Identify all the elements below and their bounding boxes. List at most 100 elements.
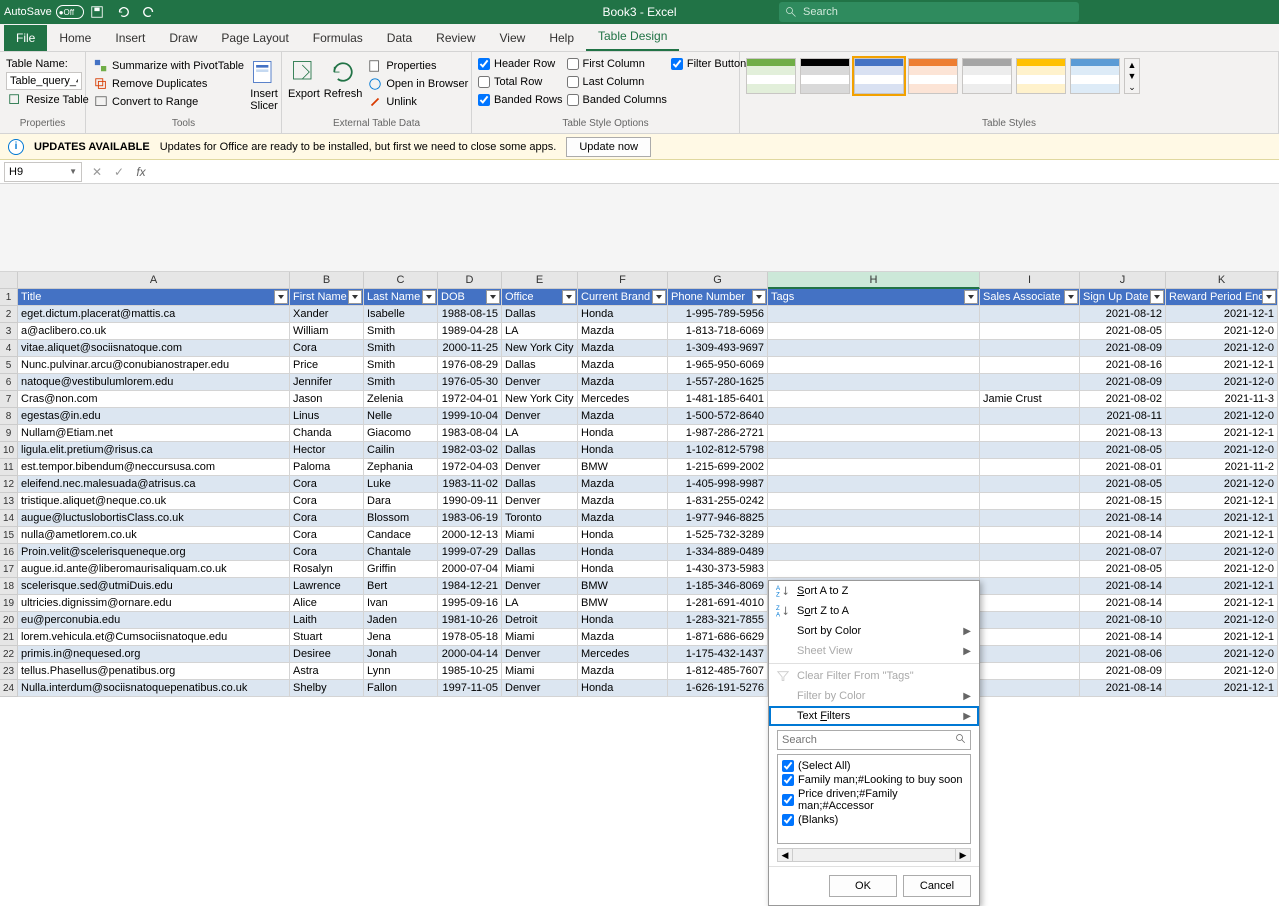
- col-header[interactable]: E: [502, 272, 578, 289]
- tab-table-design[interactable]: Table Design: [586, 23, 679, 51]
- cell[interactable]: [980, 612, 1080, 629]
- col-header[interactable]: A: [18, 272, 290, 289]
- tab-view[interactable]: View: [488, 25, 538, 51]
- cell[interactable]: Dara: [364, 493, 438, 510]
- undo-icon[interactable]: [112, 1, 134, 23]
- cell[interactable]: nulla@ametlorem.co.uk: [18, 527, 290, 544]
- cell[interactable]: 2021-12-1: [1166, 595, 1278, 612]
- cell[interactable]: [980, 629, 1080, 646]
- cell[interactable]: Cora: [290, 510, 364, 527]
- cell[interactable]: [980, 306, 1080, 323]
- cell[interactable]: 1-557-280-1625: [668, 374, 768, 391]
- cell[interactable]: Mercedes: [578, 646, 668, 663]
- cell[interactable]: [768, 306, 980, 323]
- cell[interactable]: [768, 493, 980, 510]
- cell[interactable]: Zephania: [364, 459, 438, 476]
- chk-last-column[interactable]: Last Column: [567, 76, 667, 88]
- cell[interactable]: 1-281-691-4010: [668, 595, 768, 612]
- cell[interactable]: Luke: [364, 476, 438, 493]
- cell[interactable]: Toronto: [502, 510, 578, 527]
- scroll-right-icon[interactable]: ▶: [955, 848, 971, 862]
- cell[interactable]: Cora: [290, 493, 364, 510]
- cell[interactable]: 2000-04-14: [438, 646, 502, 663]
- chk-first-column[interactable]: First Column: [567, 58, 667, 70]
- formula-input[interactable]: [152, 162, 1279, 182]
- cell[interactable]: 2021-08-09: [1080, 340, 1166, 357]
- cell[interactable]: Astra: [290, 663, 364, 680]
- cell[interactable]: Cora: [290, 476, 364, 493]
- cell[interactable]: 2021-08-14: [1080, 527, 1166, 544]
- cell[interactable]: [980, 357, 1080, 374]
- cell[interactable]: Denver: [502, 459, 578, 476]
- row-header[interactable]: 9: [0, 425, 18, 442]
- style-gallery-more[interactable]: ▲▼⌄: [1124, 58, 1140, 94]
- cell[interactable]: Miami: [502, 561, 578, 578]
- cell[interactable]: Jaden: [364, 612, 438, 629]
- cell[interactable]: lorem.vehicula.et@Cumsociisnatoque.edu: [18, 629, 290, 646]
- convert-range-button[interactable]: Convert to Range: [92, 94, 246, 110]
- cell[interactable]: 1-175-432-1437: [668, 646, 768, 663]
- autosave-state[interactable]: ● Off: [56, 5, 84, 19]
- cell[interactable]: [768, 374, 980, 391]
- cell[interactable]: 2021-08-14: [1080, 595, 1166, 612]
- cell[interactable]: Dallas: [502, 442, 578, 459]
- cell[interactable]: 2021-12-0: [1166, 323, 1278, 340]
- row-header[interactable]: 22: [0, 646, 18, 663]
- cell[interactable]: 2021-12-0: [1166, 476, 1278, 493]
- cell[interactable]: Smith: [364, 357, 438, 374]
- cell[interactable]: 2021-12-1: [1166, 578, 1278, 595]
- cell[interactable]: BMW: [578, 595, 668, 612]
- cell[interactable]: Dallas: [502, 476, 578, 493]
- cell[interactable]: Nelle: [364, 408, 438, 425]
- col-header[interactable]: B: [290, 272, 364, 289]
- cell[interactable]: [980, 476, 1080, 493]
- row-header[interactable]: 2: [0, 306, 18, 323]
- cell[interactable]: 1999-07-29: [438, 544, 502, 561]
- cell[interactable]: 1-871-686-6629: [668, 629, 768, 646]
- cell[interactable]: Honda: [578, 425, 668, 442]
- cell[interactable]: tristique.aliquet@neque.co.uk: [18, 493, 290, 510]
- cell[interactable]: 2021-12-0: [1166, 408, 1278, 425]
- cell[interactable]: 1-987-286-2721: [668, 425, 768, 442]
- row-header[interactable]: 16: [0, 544, 18, 561]
- cell[interactable]: 1-185-346-8069: [668, 578, 768, 595]
- cell[interactable]: Bert: [364, 578, 438, 595]
- name-box[interactable]: H9▼: [4, 162, 82, 182]
- cell[interactable]: [980, 510, 1080, 527]
- cell[interactable]: [980, 493, 1080, 510]
- filter-dropdown-icon[interactable]: [1262, 290, 1276, 304]
- cell[interactable]: 2021-12-1: [1166, 510, 1278, 527]
- cell[interactable]: Lawrence: [290, 578, 364, 595]
- cell[interactable]: 2021-12-0: [1166, 374, 1278, 391]
- table-name-input[interactable]: [6, 72, 82, 90]
- cell[interactable]: 2021-12-0: [1166, 646, 1278, 663]
- cell[interactable]: Honda: [578, 527, 668, 544]
- cell[interactable]: vitae.aliquet@sociisnatoque.com: [18, 340, 290, 357]
- redo-icon[interactable]: [138, 1, 160, 23]
- cell[interactable]: Denver: [502, 646, 578, 663]
- cell[interactable]: [980, 442, 1080, 459]
- header-cell[interactable]: Sign Up Date: [1080, 289, 1166, 306]
- cell[interactable]: 1978-05-18: [438, 629, 502, 646]
- col-header[interactable]: F: [578, 272, 668, 289]
- cell[interactable]: 2021-12-0: [1166, 561, 1278, 578]
- cell[interactable]: BMW: [578, 578, 668, 595]
- row-header[interactable]: 18: [0, 578, 18, 595]
- cell[interactable]: Miami: [502, 629, 578, 646]
- tab-review[interactable]: Review: [424, 25, 487, 51]
- row-header[interactable]: 13: [0, 493, 18, 510]
- filter-value-item[interactable]: Family man;#Looking to buy soon: [782, 773, 966, 787]
- remove-duplicates-button[interactable]: Remove Duplicates: [92, 76, 246, 92]
- cell[interactable]: 2021-12-0: [1166, 663, 1278, 680]
- row-header[interactable]: 7: [0, 391, 18, 408]
- cell[interactable]: tellus.Phasellus@penatibus.org: [18, 663, 290, 680]
- cell[interactable]: 2021-12-1: [1166, 357, 1278, 374]
- cell[interactable]: [768, 425, 980, 442]
- cell[interactable]: [980, 561, 1080, 578]
- cell[interactable]: Cailin: [364, 442, 438, 459]
- cell[interactable]: Honda: [578, 561, 668, 578]
- header-cell[interactable]: Office: [502, 289, 578, 306]
- row-header[interactable]: 5: [0, 357, 18, 374]
- cell[interactable]: 2021-08-07: [1080, 544, 1166, 561]
- cell[interactable]: 1982-03-02: [438, 442, 502, 459]
